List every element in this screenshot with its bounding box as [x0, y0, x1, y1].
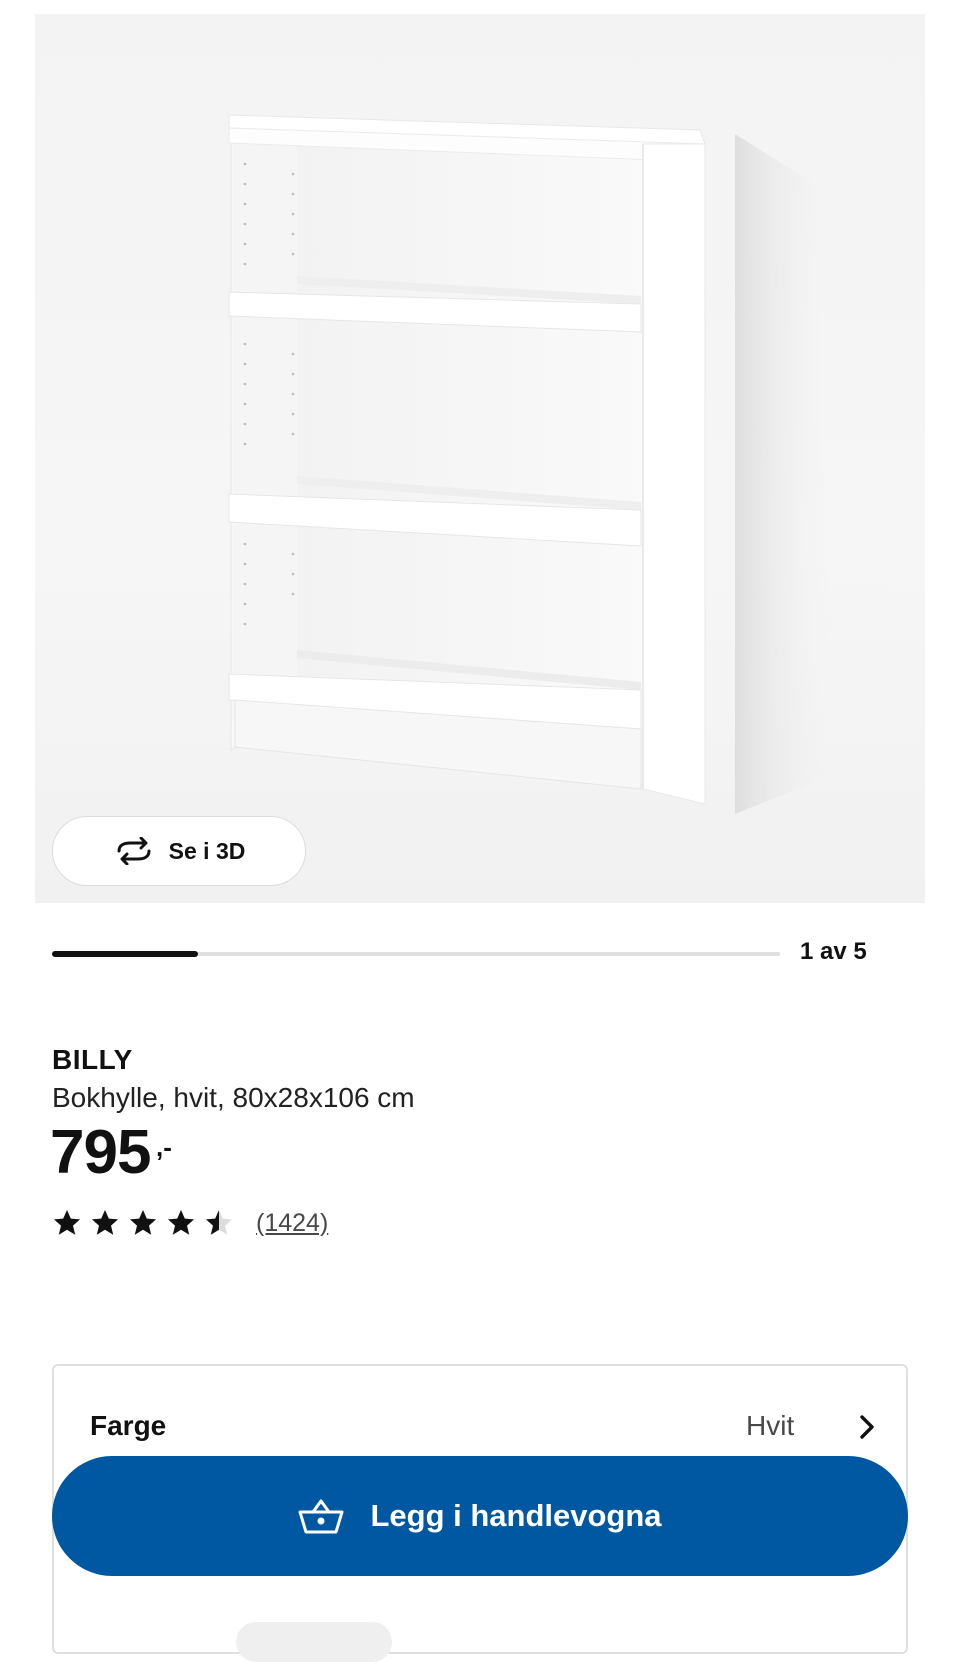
chevron-right-icon [860, 1415, 874, 1439]
product-rating[interactable]: (1424) [52, 1208, 328, 1238]
product-price: 795 [50, 1118, 151, 1187]
secondary-button-peek[interactable] [236, 1622, 392, 1662]
review-count-link[interactable]: (1424) [256, 1209, 328, 1238]
star-full-icon [54, 1210, 80, 1235]
gallery-progress-fill [52, 951, 198, 957]
gallery-counter: 1 av 5 [800, 938, 867, 965]
add-to-cart-label: Legg i handlevogna [370, 1498, 662, 1533]
price-suffix: ,- [156, 1132, 172, 1162]
product-image[interactable] [35, 14, 925, 903]
product-description: Bokhylle, hvit, 80x28x106 cm [52, 1082, 415, 1113]
star-half-icon [206, 1210, 232, 1235]
color-label: Farge [90, 1410, 167, 1441]
rating-stars [52, 1208, 234, 1238]
star-full-icon [130, 1210, 156, 1235]
rotate-3d-icon [117, 837, 151, 865]
view-in-3d-label: Se i 3D [168, 837, 246, 864]
view-in-3d-button[interactable]: Se i 3D [52, 816, 306, 886]
star-full-icon [168, 1210, 194, 1235]
shopping-basket-icon [298, 1499, 344, 1534]
star-full-icon [92, 1210, 118, 1235]
add-to-cart-button[interactable]: Legg i handlevogna [52, 1456, 908, 1576]
product-brand: BILLY [52, 1044, 133, 1075]
gallery-progress-bar [52, 951, 780, 957]
bookshelf-illustration [228, 114, 835, 814]
color-value: Hvit [746, 1410, 795, 1441]
